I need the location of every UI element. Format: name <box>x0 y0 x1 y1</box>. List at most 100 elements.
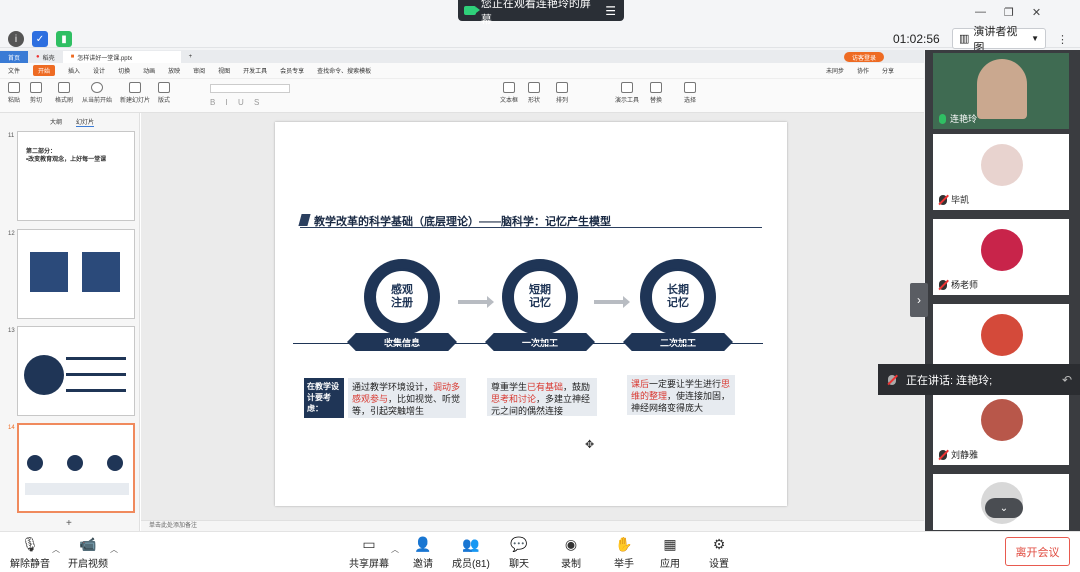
settings-button[interactable]: ⚙ 设置 <box>709 535 729 571</box>
format-painter-button[interactable]: 格式刷 <box>55 82 73 104</box>
participant-tile[interactable]: 毕凯 <box>933 134 1069 210</box>
menu-icon[interactable]: ☰ <box>605 4 616 18</box>
scroll-down-button[interactable]: ⌄ <box>985 498 1023 518</box>
slide-title: 教学改革的科学基础（底层理论）——脑科学：记忆产生模型 <box>298 213 762 228</box>
undo-icon[interactable]: ↶ <box>1062 373 1072 387</box>
chevron-up-icon[interactable]: ︿ <box>110 544 118 555</box>
font-select[interactable] <box>210 84 290 93</box>
menu-design[interactable]: 设计 <box>93 66 105 75</box>
window-controls: — ❐ ✕ <box>975 6 1075 20</box>
menu-review[interactable]: 审阅 <box>193 66 205 75</box>
unmute-button[interactable]: 🎙 解除静音 <box>10 536 50 571</box>
stage-circle: 长期 记忆 <box>640 259 716 335</box>
new-tab-button[interactable]: + <box>181 51 201 63</box>
apps-button[interactable]: ▦ 应用 <box>660 536 680 571</box>
share-banner[interactable]: 您正在观看连艳玲的屏幕 ☰ <box>458 0 624 26</box>
cursor-icon: ✥ <box>585 439 595 451</box>
participant-tile[interactable]: 杨老师 <box>933 219 1069 295</box>
thumbnail-12[interactable] <box>17 229 135 319</box>
more-icon[interactable]: ⋮ <box>1057 33 1068 46</box>
cut-button[interactable]: 剪切 <box>30 82 42 104</box>
start-video-button[interactable]: 📹 开启视频 <box>68 536 108 571</box>
participant-name: 连艳玲 <box>939 112 977 125</box>
shape-button[interactable]: 形状 <box>528 82 540 104</box>
minimize-icon[interactable]: — <box>975 6 986 20</box>
thumb-number: 11 <box>8 133 15 139</box>
thumb-text-row <box>25 483 129 495</box>
menu-collab[interactable]: 协作 <box>857 66 869 75</box>
thumbnail-11[interactable]: 第二部分： •改变教育观念，上好每一堂课 <box>17 131 135 221</box>
login-button[interactable]: 访客登录 <box>843 52 884 62</box>
menu-start[interactable]: 开始 <box>33 65 56 76</box>
chat-button[interactable]: 💬 聊天 <box>509 536 529 571</box>
tab-document[interactable]: ■ 怎样讲好一堂课.pptx <box>62 51 181 63</box>
play-from-current-button[interactable]: 从当前开始 <box>82 82 112 104</box>
add-slide-button[interactable]: + <box>66 518 72 529</box>
presentation-tools-button[interactable]: 演示工具 <box>615 82 639 104</box>
record-button[interactable]: ◉ 录制 <box>561 535 581 571</box>
menu-view[interactable]: 视图 <box>218 66 230 75</box>
new-slide-button[interactable]: 新建幻灯片 <box>120 82 150 104</box>
shared-wps-window: 首页 ● 稻壳 ■ 怎样讲好一堂课.pptx + 访客登录 文件 开始 插入 设计 … <box>0 50 924 531</box>
chevron-down-icon: ⌄ <box>999 502 1009 514</box>
menu-member[interactable]: 会员专享 <box>280 66 304 75</box>
gear-icon: ⚙ <box>712 535 726 552</box>
stage-circle: 短期 记忆 <box>502 259 578 335</box>
raise-hand-button[interactable]: ✋ 举手 <box>614 536 634 571</box>
paste-button[interactable]: 粘贴 <box>8 82 20 104</box>
notes-bar[interactable]: 单击此处添加备注 <box>141 520 924 531</box>
signal-icon[interactable]: ▮ <box>56 31 72 47</box>
menu-animation[interactable]: 动画 <box>143 66 155 75</box>
participants-panel: 连艳玲 毕凯 杨老师 刘静雅 <box>925 50 1080 531</box>
menu-share[interactable]: 分享 <box>882 66 894 75</box>
thumb-block <box>82 252 120 292</box>
chevron-up-icon[interactable]: ︿ <box>52 544 60 555</box>
mic-on-icon <box>939 113 946 124</box>
current-slide[interactable]: 教学改革的科学基础（底层理论）——脑科学：记忆产生模型 感观 注册 收集信息 短… <box>275 122 787 506</box>
thumbnail-14[interactable] <box>17 423 135 513</box>
leave-meeting-button[interactable]: 离开会议 <box>1005 537 1070 566</box>
tab-slides[interactable]: 幻灯片 <box>76 117 95 127</box>
menu-sync[interactable]: 未同步 <box>826 66 844 75</box>
textbox-button[interactable]: 文本框 <box>500 82 518 104</box>
menu-dev[interactable]: 开发工具 <box>243 66 267 75</box>
record-icon: ◉ <box>564 535 578 552</box>
menu-file[interactable]: 文件 <box>8 66 20 75</box>
tab-home[interactable]: 首页 <box>0 51 29 63</box>
layout-button[interactable]: 版式 <box>158 82 170 104</box>
participant-name: 杨老师 <box>939 278 978 291</box>
menu-slideshow[interactable]: 放映 <box>168 66 180 75</box>
search-command[interactable]: 查找命令、搜索模板 <box>317 66 371 75</box>
menu-transition[interactable]: 切换 <box>118 66 130 75</box>
restore-icon[interactable]: ❐ <box>1004 6 1014 20</box>
tools-icon <box>621 82 633 93</box>
presenter-view-button[interactable]: ▥ 演讲者视图 ▼ <box>952 26 1046 54</box>
tab-template[interactable]: ● 稻壳 <box>28 51 63 63</box>
replace-button[interactable]: 替换 <box>650 82 662 104</box>
collapse-panel-button[interactable]: › <box>910 283 928 317</box>
menu-insert[interactable]: 插入 <box>68 66 80 75</box>
thumbnail-13[interactable] <box>17 326 135 416</box>
select-button[interactable]: 选择 <box>684 82 696 104</box>
side-label: 在教学设计要考虑： <box>304 378 344 418</box>
invite-button[interactable]: 👤 邀请 <box>413 536 433 571</box>
participant-name: 刘静雅 <box>939 448 978 461</box>
arrange-icon <box>556 82 568 93</box>
participant-tile[interactable]: 刘静雅 <box>933 389 1069 465</box>
participant-tile-speaker[interactable]: 连艳玲 <box>933 53 1069 129</box>
meeting-timer: 01:02:56 <box>893 32 940 46</box>
stage-label: 二次加工 <box>623 333 733 351</box>
arrow-icon <box>594 296 630 308</box>
members-button[interactable]: 👥 成员(81) <box>452 536 490 571</box>
thumb-line <box>66 373 126 376</box>
chevron-up-icon[interactable]: ︿ <box>391 544 399 555</box>
arrange-button[interactable]: 排列 <box>556 82 568 104</box>
info-icon[interactable]: i <box>8 31 24 47</box>
paste-icon <box>8 82 20 93</box>
shield-icon[interactable]: ✓ <box>32 31 48 47</box>
share-screen-button[interactable]: ▭ 共享屏幕 <box>349 536 389 571</box>
close-icon[interactable]: ✕ <box>1032 6 1041 20</box>
stage-baseline <box>293 343 763 344</box>
tab-outline[interactable]: 大纲 <box>50 117 62 127</box>
font-style-buttons[interactable]: B I U S <box>210 98 263 107</box>
